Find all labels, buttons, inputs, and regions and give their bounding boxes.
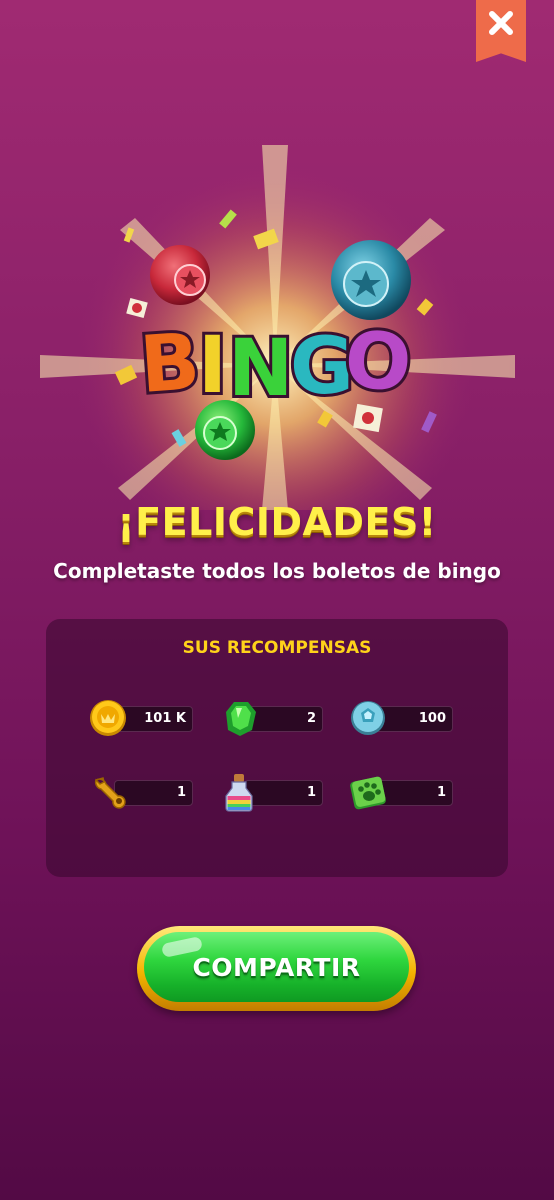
wrench-icon: [88, 770, 132, 814]
close-icon: [489, 11, 513, 35]
share-button-label: COMPARTIR: [192, 952, 361, 982]
rewards-heading: SUS RECOMPENSAS: [182, 638, 372, 658]
coin-icon: [88, 696, 132, 740]
green-gem-icon: [218, 696, 262, 740]
congratulations-title: ¡FELICIDADES!: [117, 500, 437, 544]
reward-paw: 1: [348, 776, 453, 810]
logo-n: N: [228, 324, 293, 414]
reward-wrench: 1: [88, 777, 193, 809]
reward-tokens: 100: [348, 701, 453, 735]
close-button[interactable]: [476, 0, 526, 62]
bingo-hero: B I N G O: [0, 110, 554, 510]
rewards-panel: SUS RECOMPENSAS 101 K 2 100 1 1 1: [46, 619, 508, 877]
svg-text:B: B: [137, 317, 203, 411]
share-button[interactable]: COMPARTIR: [137, 926, 416, 1011]
blue-token-icon: [348, 696, 392, 740]
reward-value: 1: [306, 785, 316, 800]
reward-value: 1: [176, 785, 186, 800]
reward-value: 101 K: [144, 711, 186, 726]
reward-value: 1: [436, 785, 446, 800]
reward-potion: 1: [218, 774, 323, 812]
reward-value: 2: [306, 711, 316, 726]
completion-subtitle: Completaste todos los boletos de bingo: [53, 559, 501, 583]
paw-tile-icon: [348, 770, 392, 814]
svg-text:O: O: [342, 315, 414, 409]
reward-coins: 101 K: [88, 700, 193, 736]
rainbow-potion-icon: [218, 770, 262, 814]
reward-gems: 2: [218, 702, 323, 736]
svg-text:I: I: [198, 321, 227, 411]
reward-value: 100: [418, 711, 446, 726]
